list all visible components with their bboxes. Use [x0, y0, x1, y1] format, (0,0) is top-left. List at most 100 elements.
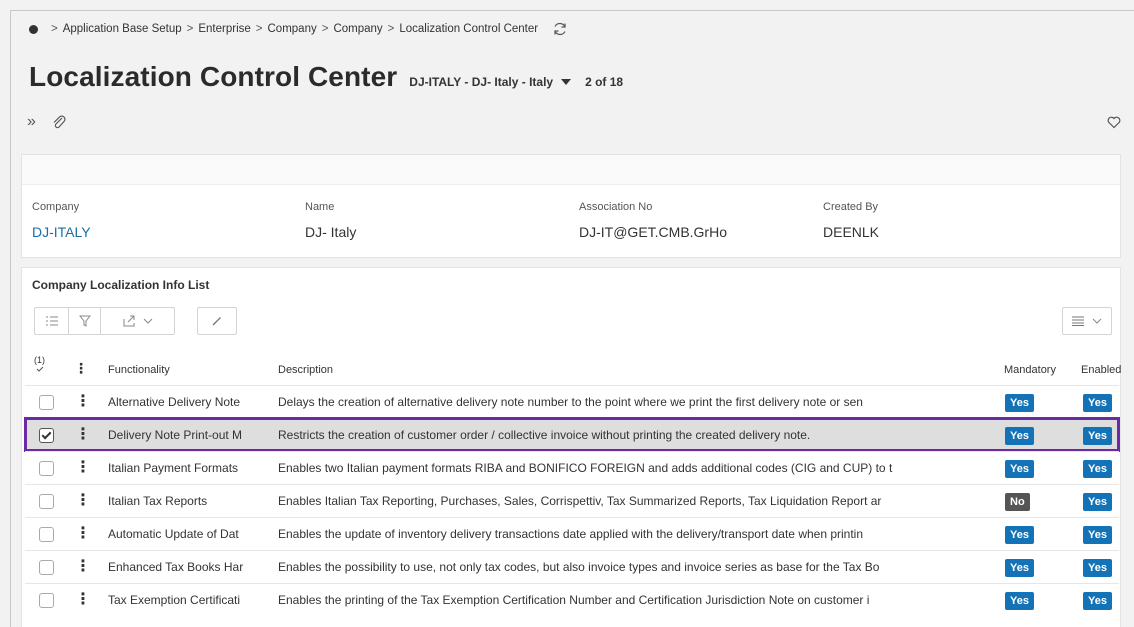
- app-frame: > Application Base Setup > Enterprise > …: [10, 10, 1134, 627]
- row-kebab-icon[interactable]: ⋮: [75, 491, 91, 511]
- record-selector-label: DJ-ITALY - DJ- Italy - Italy: [409, 75, 554, 89]
- name-field: Name DJ- Italy: [305, 201, 356, 240]
- row-kebab-icon[interactable]: ⋮: [75, 524, 91, 544]
- paperclip-icon[interactable]: [51, 114, 67, 130]
- breadcrumb-item-current: Localization Control Center: [399, 23, 539, 35]
- enabled-badge: Yes: [1083, 592, 1112, 610]
- edit-button[interactable]: [197, 307, 237, 335]
- description-cell: Enables the update of inventory delivery…: [278, 527, 864, 541]
- table-row[interactable]: ⋮ Delivery Note Print-out M Restricts the …: [24, 417, 1120, 452]
- functionality-cell: Italian Tax Reports: [108, 494, 208, 508]
- table-row[interactable]: ⋮ Italian Payment Formats Enables two Ital…: [25, 451, 1119, 484]
- functionality-cell: Enhanced Tax Books Har: [108, 560, 244, 574]
- list-toolbar: [34, 307, 175, 335]
- created-by-field: Created By DEENLK: [823, 201, 879, 240]
- description-cell: Enables the printing of the Tax Exemptio…: [278, 593, 870, 607]
- breadcrumb-item-enterprise[interactable]: Enterprise: [198, 23, 250, 35]
- company-header-card: Company DJ-ITALY Name DJ- Italy Associat…: [21, 154, 1121, 258]
- enabled-badge: Yes: [1083, 460, 1112, 478]
- row-checkbox[interactable]: [39, 395, 54, 410]
- chevron-down-icon: [143, 318, 152, 324]
- column-header-enabled[interactable]: Enabled: [1081, 364, 1121, 376]
- table-row[interactable]: ⋮ Alternative Delivery Note Delays the cre…: [25, 385, 1119, 418]
- breadcrumb-separator: >: [321, 23, 329, 35]
- export-dropdown-button[interactable]: [101, 308, 174, 334]
- localization-info-list: Company Localization Info List (1) ⋮ Fun…: [21, 267, 1121, 627]
- description-cell: Restricts the creation of customer order…: [278, 428, 811, 442]
- selected-count-label: (1): [34, 355, 45, 365]
- functionality-cell: Tax Exemption Certificati: [108, 593, 241, 607]
- description-cell: Enables two Italian payment formats RIBA…: [278, 461, 893, 475]
- filter-icon[interactable]: [69, 308, 101, 334]
- name-label: Name: [305, 201, 335, 213]
- check-icon: [36, 366, 43, 372]
- list-view-icon[interactable]: [35, 308, 69, 334]
- breadcrumb-separator: >: [255, 23, 263, 35]
- record-selector[interactable]: DJ-ITALY - DJ- Italy - Italy: [409, 75, 572, 89]
- mandatory-badge: No: [1005, 493, 1030, 511]
- list-title: Company Localization Info List: [32, 278, 210, 292]
- refresh-icon[interactable]: [552, 21, 568, 37]
- company-field: Company DJ-ITALY: [32, 201, 91, 240]
- record-count: 2 of 18: [585, 75, 624, 89]
- mandatory-badge: Yes: [1005, 427, 1034, 445]
- card-header-strip: [22, 155, 1120, 185]
- caret-down-icon[interactable]: [561, 79, 572, 85]
- row-checkbox[interactable]: [39, 527, 54, 542]
- functionality-cell: Automatic Update of Dat: [108, 527, 239, 541]
- breadcrumb-item-company-2[interactable]: Company: [333, 23, 382, 35]
- pencil-icon: [212, 317, 221, 326]
- row-checkbox[interactable]: [39, 428, 54, 443]
- selected-count[interactable]: (1): [34, 356, 45, 374]
- row-kebab-icon[interactable]: ⋮: [75, 392, 91, 412]
- description-cell: Delays the creation of alternative deliv…: [278, 395, 863, 409]
- table-row[interactable]: ⋮ Tax Exemption Certificati Enables the pr…: [25, 583, 1119, 616]
- row-checkbox[interactable]: [39, 494, 54, 509]
- chevron-down-icon: [1092, 318, 1102, 324]
- breadcrumb-item-application-base-setup[interactable]: Application Base Setup: [63, 23, 182, 35]
- table-row[interactable]: ⋮ Italian Tax Reports Enables Italian Tax …: [25, 484, 1119, 517]
- functionality-cell: Italian Payment Formats: [108, 461, 239, 475]
- expand-panel-icon[interactable]: »: [27, 113, 36, 131]
- column-header-description[interactable]: Description: [278, 364, 333, 376]
- mandatory-badge: Yes: [1005, 526, 1034, 544]
- table-row[interactable]: ⋮ Enhanced Tax Books Har Enables the possi…: [25, 550, 1119, 583]
- breadcrumb-item-company[interactable]: Company: [268, 23, 317, 35]
- heart-icon[interactable]: [1106, 114, 1122, 130]
- mandatory-badge: Yes: [1005, 394, 1034, 412]
- row-kebab-icon[interactable]: ⋮: [75, 458, 91, 478]
- company-value-link[interactable]: DJ-ITALY: [32, 224, 91, 240]
- row-checkbox[interactable]: [39, 461, 54, 476]
- row-kebab-icon[interactable]: ⋮: [75, 557, 91, 577]
- column-settings-button[interactable]: [1062, 307, 1112, 335]
- enabled-badge: Yes: [1083, 526, 1112, 544]
- check-icon: [41, 429, 52, 440]
- description-cell: Enables Italian Tax Reporting, Purchases…: [278, 494, 882, 508]
- column-header-mandatory[interactable]: Mandatory: [1004, 364, 1056, 376]
- home-dot-icon[interactable]: [29, 24, 38, 34]
- row-kebab-icon[interactable]: ⋮: [75, 425, 91, 445]
- enabled-badge: Yes: [1083, 427, 1112, 445]
- functionality-cell: Alternative Delivery Note: [108, 395, 241, 409]
- row-kebab-icon[interactable]: ⋮: [75, 590, 91, 610]
- name-value: DJ- Italy: [305, 224, 357, 240]
- row-checkbox[interactable]: [39, 560, 54, 575]
- export-icon: [123, 315, 134, 327]
- association-no-label: Association No: [579, 201, 653, 213]
- mandatory-badge: Yes: [1005, 559, 1034, 577]
- breadcrumb-separator: >: [51, 23, 58, 35]
- row-checkbox[interactable]: [39, 593, 54, 608]
- created-by-value: DEENLK: [823, 224, 880, 240]
- header-kebab-icon[interactable]: ⋮: [74, 360, 88, 377]
- enabled-badge: Yes: [1083, 394, 1112, 412]
- page-title: Localization Control Center: [29, 61, 398, 92]
- mandatory-badge: Yes: [1005, 460, 1034, 478]
- mandatory-badge: Yes: [1005, 592, 1034, 610]
- association-no-field: Association No DJ-IT@GET.CMB.GrHo: [579, 201, 727, 240]
- created-by-label: Created By: [823, 201, 879, 213]
- enabled-badge: Yes: [1083, 559, 1112, 577]
- description-cell: Enables the possibility to use, not only…: [278, 560, 880, 574]
- column-header-functionality[interactable]: Functionality: [108, 364, 170, 376]
- enabled-badge: Yes: [1083, 493, 1112, 511]
- table-row[interactable]: ⋮ Automatic Update of Dat Enables the upda…: [25, 517, 1119, 550]
